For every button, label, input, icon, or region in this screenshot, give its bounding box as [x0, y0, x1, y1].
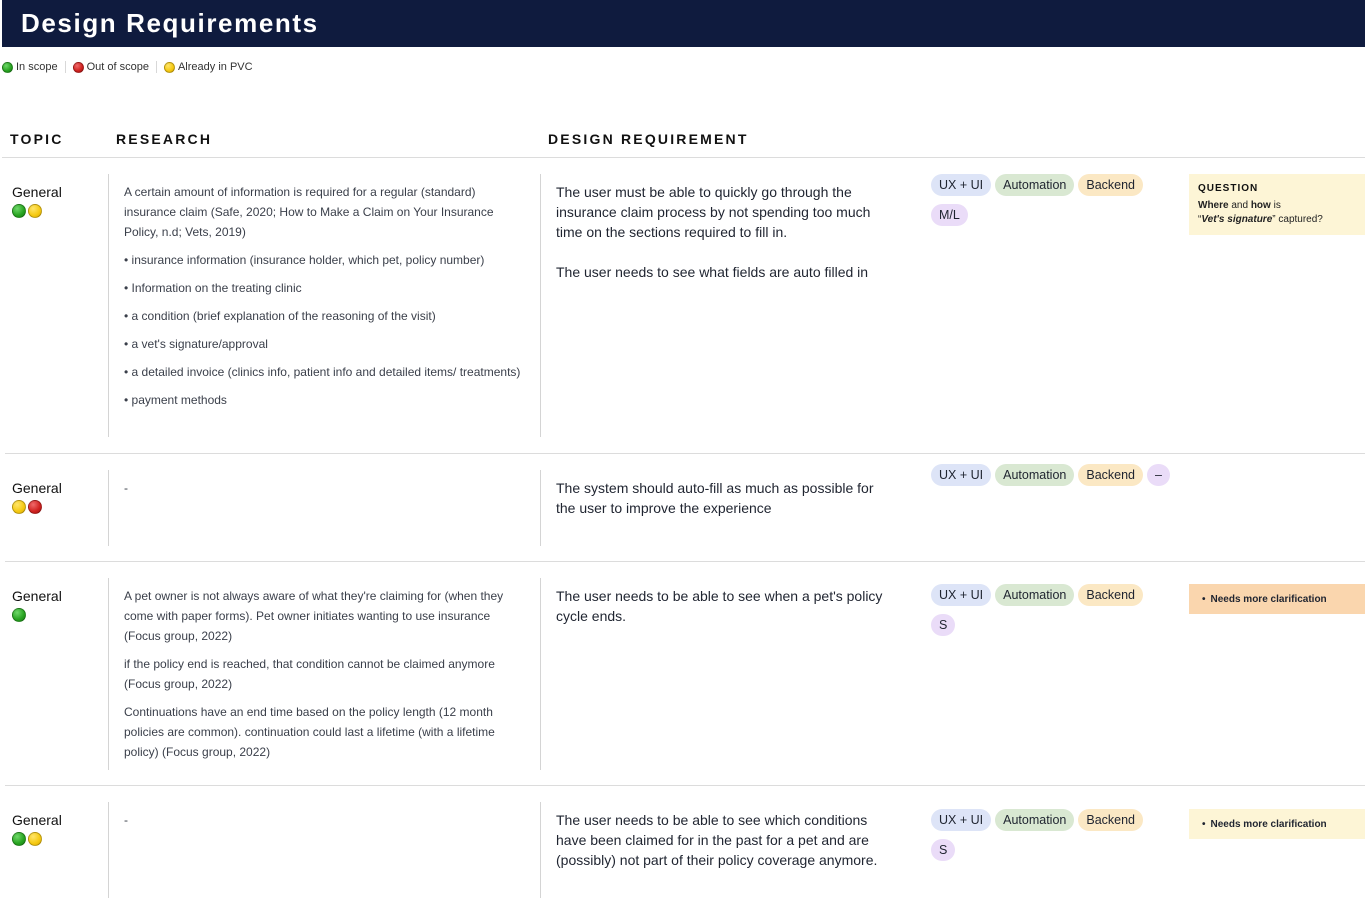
research-bullet: • Information on the treating clinic — [124, 281, 302, 295]
note-text: Needs more clarification — [1210, 818, 1327, 830]
green-dot-icon — [12, 832, 26, 846]
status-dots — [12, 832, 42, 846]
design-requirement: The user needs to be able to see which c… — [556, 810, 886, 870]
tag-ux-ui: UX + UI — [931, 809, 992, 831]
research-paragraph: - — [124, 813, 128, 827]
tag-size: S — [931, 614, 956, 636]
research-text: A pet owner is not always aware of what … — [124, 586, 524, 770]
status-legend: In scope Out of scope Already in PVC — [2, 60, 253, 74]
tag-group: UX + UI Automation Backend S — [931, 584, 1171, 636]
green-dot-icon — [12, 608, 26, 622]
column-divider — [108, 174, 109, 437]
column-divider — [540, 578, 541, 770]
yellow-dot-icon — [12, 500, 26, 514]
design-requirement: The user needs to be able to see when a … — [556, 586, 886, 626]
topic-label: General — [12, 812, 62, 828]
tag-group: UX + UI Automation Backend – — [931, 464, 1171, 486]
clarification-note: • Needs more clarification — [1189, 584, 1365, 614]
green-dot-icon — [2, 61, 13, 73]
tag-automation: Automation — [995, 464, 1075, 486]
row-divider — [5, 561, 1365, 562]
column-header-research: RESEARCH — [116, 131, 213, 147]
topic-label: General — [12, 184, 62, 200]
design-requirement: The user must be able to quickly go thro… — [556, 182, 886, 282]
tag-group: UX + UI Automation Backend S — [931, 809, 1171, 861]
column-divider — [540, 470, 541, 546]
tag-backend: Backend — [1078, 464, 1144, 486]
design-text: The user needs to be able to see when a … — [556, 588, 883, 624]
status-dots — [12, 500, 42, 514]
legend-label: Out of scope — [86, 61, 149, 73]
green-dot-icon — [12, 204, 26, 218]
research-bullet: • a condition (brief explanation of the … — [124, 309, 436, 323]
tag-automation: Automation — [995, 809, 1075, 831]
yellow-dot-icon — [163, 61, 175, 73]
tag-size: S — [931, 839, 956, 861]
header-divider — [2, 157, 1365, 158]
research-bullet: • a vet's signature/approval — [124, 337, 268, 351]
research-paragraph: A pet owner is not always aware of what … — [124, 589, 504, 643]
red-dot-icon — [28, 500, 42, 514]
legend-label: In scope — [16, 61, 58, 73]
column-divider — [108, 470, 109, 546]
bullet-icon: • — [1202, 818, 1206, 830]
research-bullet: • a detailed invoice (clinics info, pati… — [124, 365, 521, 379]
row-divider — [5, 785, 1365, 786]
column-divider — [540, 174, 541, 437]
design-text: The user needs to see what fields are au… — [556, 264, 869, 280]
column-header-design: DESIGN REQUIREMENT — [548, 131, 749, 147]
research-paragraph: A certain amount of information is requi… — [124, 185, 494, 239]
design-text: The user needs to be able to see which c… — [556, 812, 878, 868]
legend-label: Already in PVC — [177, 61, 253, 73]
status-dots — [12, 608, 26, 622]
legend-divider — [155, 61, 157, 73]
tag-ux-ui: UX + UI — [931, 584, 992, 606]
topic-label: General — [12, 588, 62, 604]
tag-ux-ui: UX + UI — [931, 464, 992, 486]
tag-automation: Automation — [995, 584, 1075, 606]
design-requirement: The system should auto-fill as much as p… — [556, 478, 886, 518]
question-note: QUESTION Where and how is “Vet's signatur… — [1189, 174, 1365, 235]
topic-label: General — [12, 480, 62, 496]
column-divider — [540, 802, 541, 898]
research-paragraph: Continuations have an end time based on … — [124, 705, 495, 759]
column-divider — [108, 802, 109, 898]
legend-in-scope: In scope — [2, 61, 58, 73]
design-text: The system should auto-fill as much as p… — [556, 480, 874, 516]
yellow-dot-icon — [28, 204, 42, 218]
legend-already-in-pvc: Already in PVC — [163, 61, 253, 73]
note-text: Needs more clarification — [1210, 593, 1327, 605]
research-bullet: • insurance information (insurance holde… — [124, 253, 485, 267]
row-divider — [5, 453, 1365, 454]
tag-automation: Automation — [995, 174, 1075, 196]
tag-size: M/L — [931, 204, 968, 226]
tag-group: UX + UI Automation Backend M/L — [931, 174, 1171, 226]
red-dot-icon — [72, 61, 84, 73]
research-bullet: • payment methods — [124, 393, 227, 407]
note-title: QUESTION — [1198, 183, 1259, 194]
page-title: Design Requirements — [21, 8, 319, 38]
status-dots — [12, 204, 42, 218]
research-text: - — [124, 810, 524, 838]
clarification-note: • Needs more clarification — [1189, 809, 1365, 839]
legend-divider — [64, 61, 66, 73]
column-header-topic: TOPIC — [10, 131, 64, 147]
tag-backend: Backend — [1078, 809, 1144, 831]
note-text: Where and how is “Vet's signature” captur… — [1198, 200, 1323, 225]
page-header: Design Requirements — [2, 0, 1365, 47]
research-text: A certain amount of information is requi… — [124, 182, 524, 418]
tag-backend: Backend — [1078, 174, 1144, 196]
research-paragraph: if the policy end is reached, that condi… — [124, 657, 495, 691]
yellow-dot-icon — [28, 832, 42, 846]
bullet-icon: • — [1202, 593, 1206, 605]
design-text: The user must be able to quickly go thro… — [556, 184, 871, 240]
column-divider — [108, 578, 109, 770]
tag-backend: Backend — [1078, 584, 1144, 606]
tag-ux-ui: UX + UI — [931, 174, 992, 196]
research-text: - — [124, 478, 524, 506]
tag-size: – — [1147, 464, 1170, 486]
research-paragraph: - — [124, 481, 128, 495]
legend-out-of-scope: Out of scope — [72, 61, 149, 73]
